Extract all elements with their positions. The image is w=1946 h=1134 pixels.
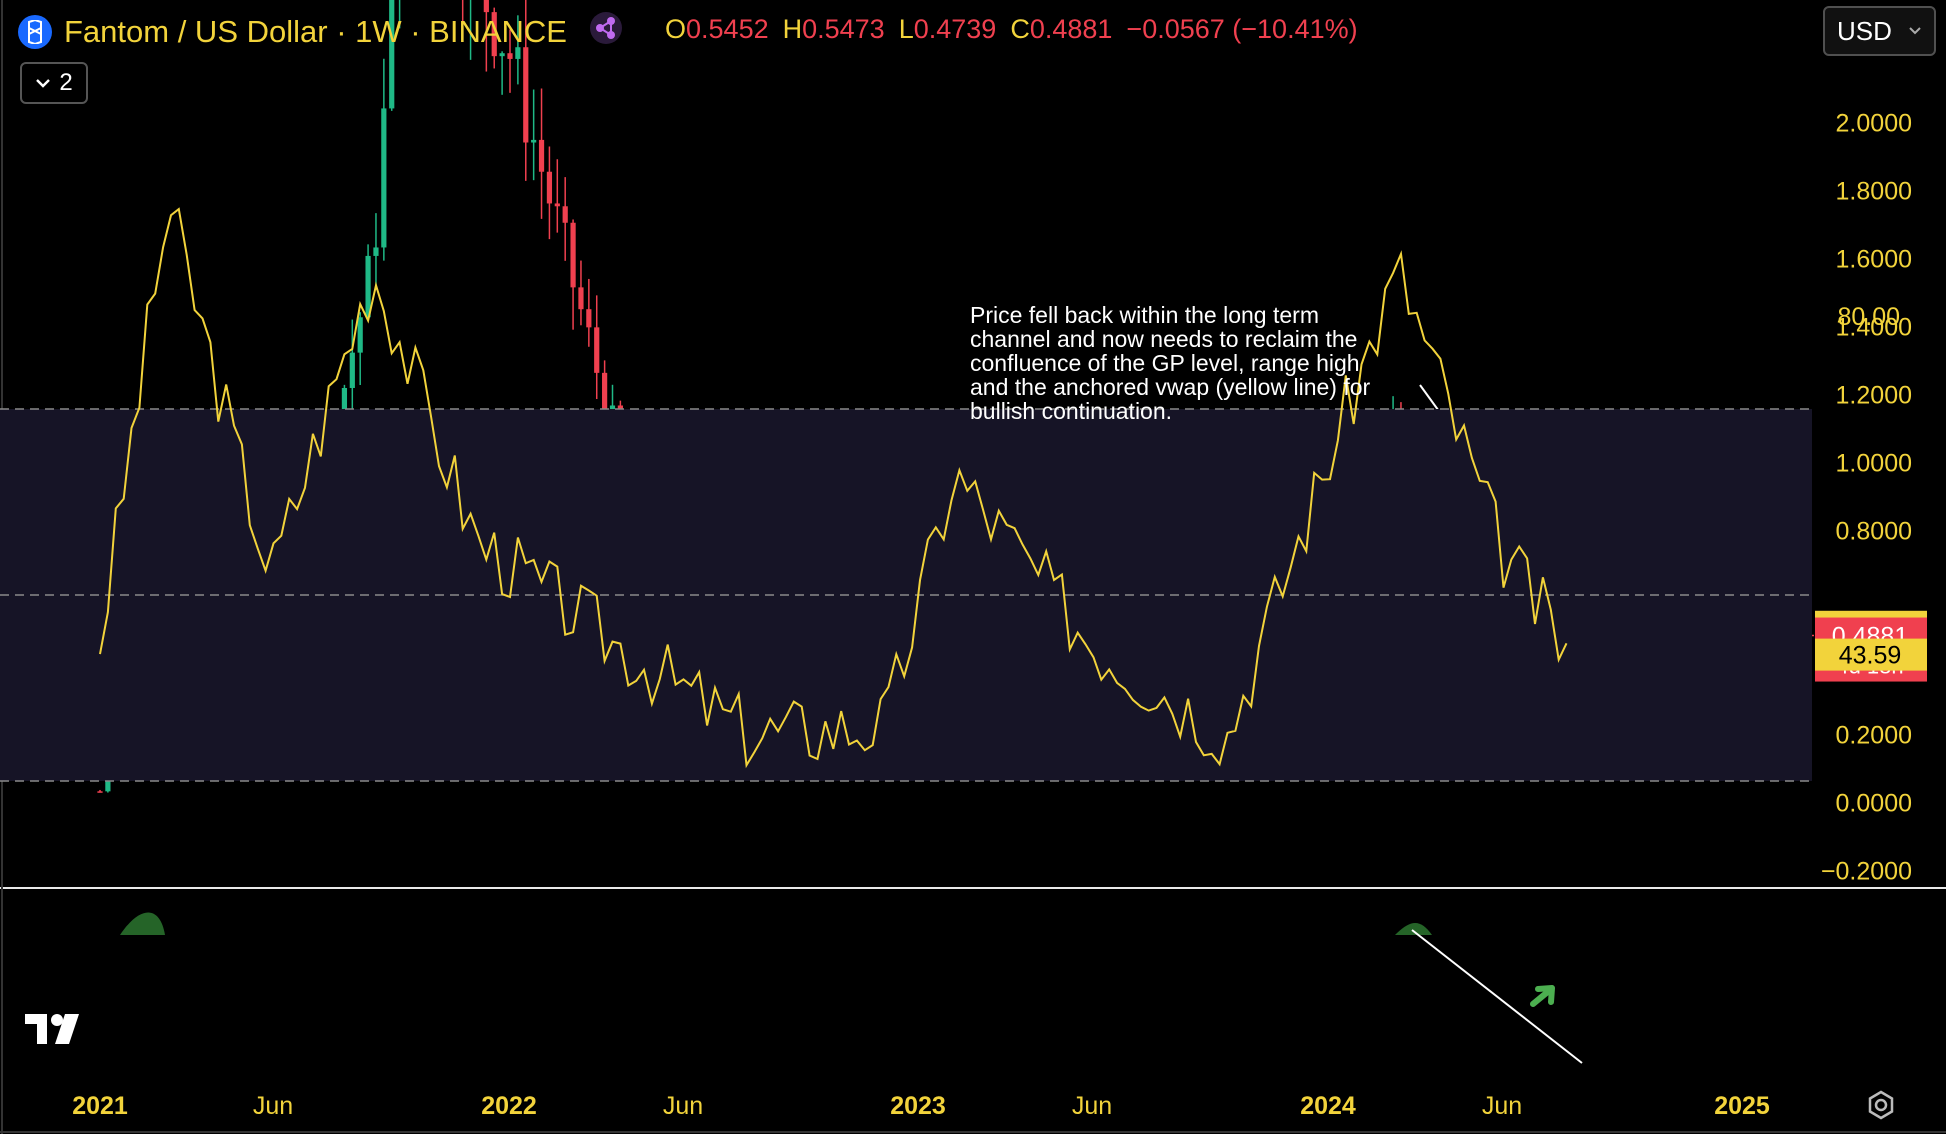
price-tick-label: 0.0000: [1836, 790, 1912, 818]
candle-up: [499, 53, 505, 57]
candle-down: [523, 47, 529, 143]
candle-down: [97, 791, 103, 793]
price-change: −0.0567 (−10.41%): [1126, 14, 1358, 44]
rsi-trendline: [1411, 929, 1583, 1064]
time-tick-label: Jun: [253, 1092, 293, 1120]
price-tick-label: 1.2000: [1836, 382, 1912, 410]
indicator-count: 2: [59, 69, 73, 96]
time-tick-label: Jun: [1072, 1092, 1112, 1120]
ohlc-readout: O0.5452 H0.5473 L0.4739 C0.4881 −0.0567 …: [665, 14, 1358, 44]
time-tick-label: Jun: [663, 1092, 703, 1120]
settings-gear-icon[interactable]: [1866, 1090, 1896, 1120]
candle-down: [586, 309, 592, 328]
price-tick-label: 1.6000: [1836, 246, 1912, 274]
time-tick-label: 2021: [72, 1092, 128, 1120]
indicator-menu-icon[interactable]: [589, 11, 623, 53]
rsi-bullish-arrow-icon: [1530, 987, 1553, 1007]
price-tick-label: 0.8000: [1836, 518, 1912, 546]
rsi-tick-label: 80.00: [1837, 303, 1900, 331]
symbol-title[interactable]: Fantom / US Dollar · 1W · BINANCE: [64, 14, 567, 50]
currency-select[interactable]: USD: [1823, 6, 1936, 56]
chevron-down-icon: [36, 79, 51, 88]
indicators-toggle-button[interactable]: 2: [20, 62, 88, 104]
rsi-pane: 80.00 43.59: [0, 207, 1927, 1064]
candle-down: [562, 206, 568, 223]
candle-up: [349, 352, 355, 388]
price-tick-label: 1.0000: [1836, 450, 1912, 478]
candle-down: [570, 222, 576, 288]
rsi-overbought-fill: [1395, 922, 1432, 935]
time-tick-label: Jun: [1482, 1092, 1522, 1120]
tradingview-logo-icon[interactable]: [25, 1010, 87, 1050]
time-tick-label: 2023: [890, 1092, 946, 1120]
chart-annotation: Price fell back within the long term cha…: [970, 302, 1371, 424]
candle-up: [381, 108, 387, 248]
candle-down: [594, 327, 600, 373]
candle-up: [357, 317, 363, 353]
currency-value: USD: [1837, 15, 1892, 46]
candle-down: [578, 287, 584, 310]
candle-up: [373, 247, 379, 256]
time-tick-label: 2025: [1714, 1092, 1770, 1120]
price-axis: 2.00001.80001.60001.40001.20001.00000.80…: [1815, 110, 1927, 886]
price-tick-label: 0.2000: [1836, 722, 1912, 750]
candle-down: [546, 171, 553, 204]
candle-down: [538, 139, 545, 172]
candle-down: [507, 53, 513, 59]
time-axis: 2021 Jun 2022 Jun 2023 Jun 2024 Jun 2025: [72, 1092, 1770, 1120]
chart-header: Fantom / US Dollar · 1W · BINANCE: [18, 12, 623, 52]
price-tick-label: 1.8000: [1836, 178, 1912, 206]
chevron-down-icon: [1909, 27, 1921, 35]
candle-down: [554, 203, 560, 207]
rsi-value-label: 43.59: [1839, 642, 1902, 670]
chart-canvas[interactable]: GP 2.00001.80001.60001.40001.20001.00000…: [0, 0, 1946, 1134]
fantom-logo-icon: [18, 15, 52, 49]
candle-up: [531, 139, 537, 143]
time-tick-label: 2022: [481, 1092, 537, 1120]
time-tick-label: 2024: [1300, 1092, 1356, 1120]
rsi-overbought-fill: [120, 912, 165, 935]
price-tick-label: 2.0000: [1836, 110, 1912, 138]
price-tick-label: −0.2000: [1821, 858, 1912, 886]
candle-down: [483, 0, 489, 13]
